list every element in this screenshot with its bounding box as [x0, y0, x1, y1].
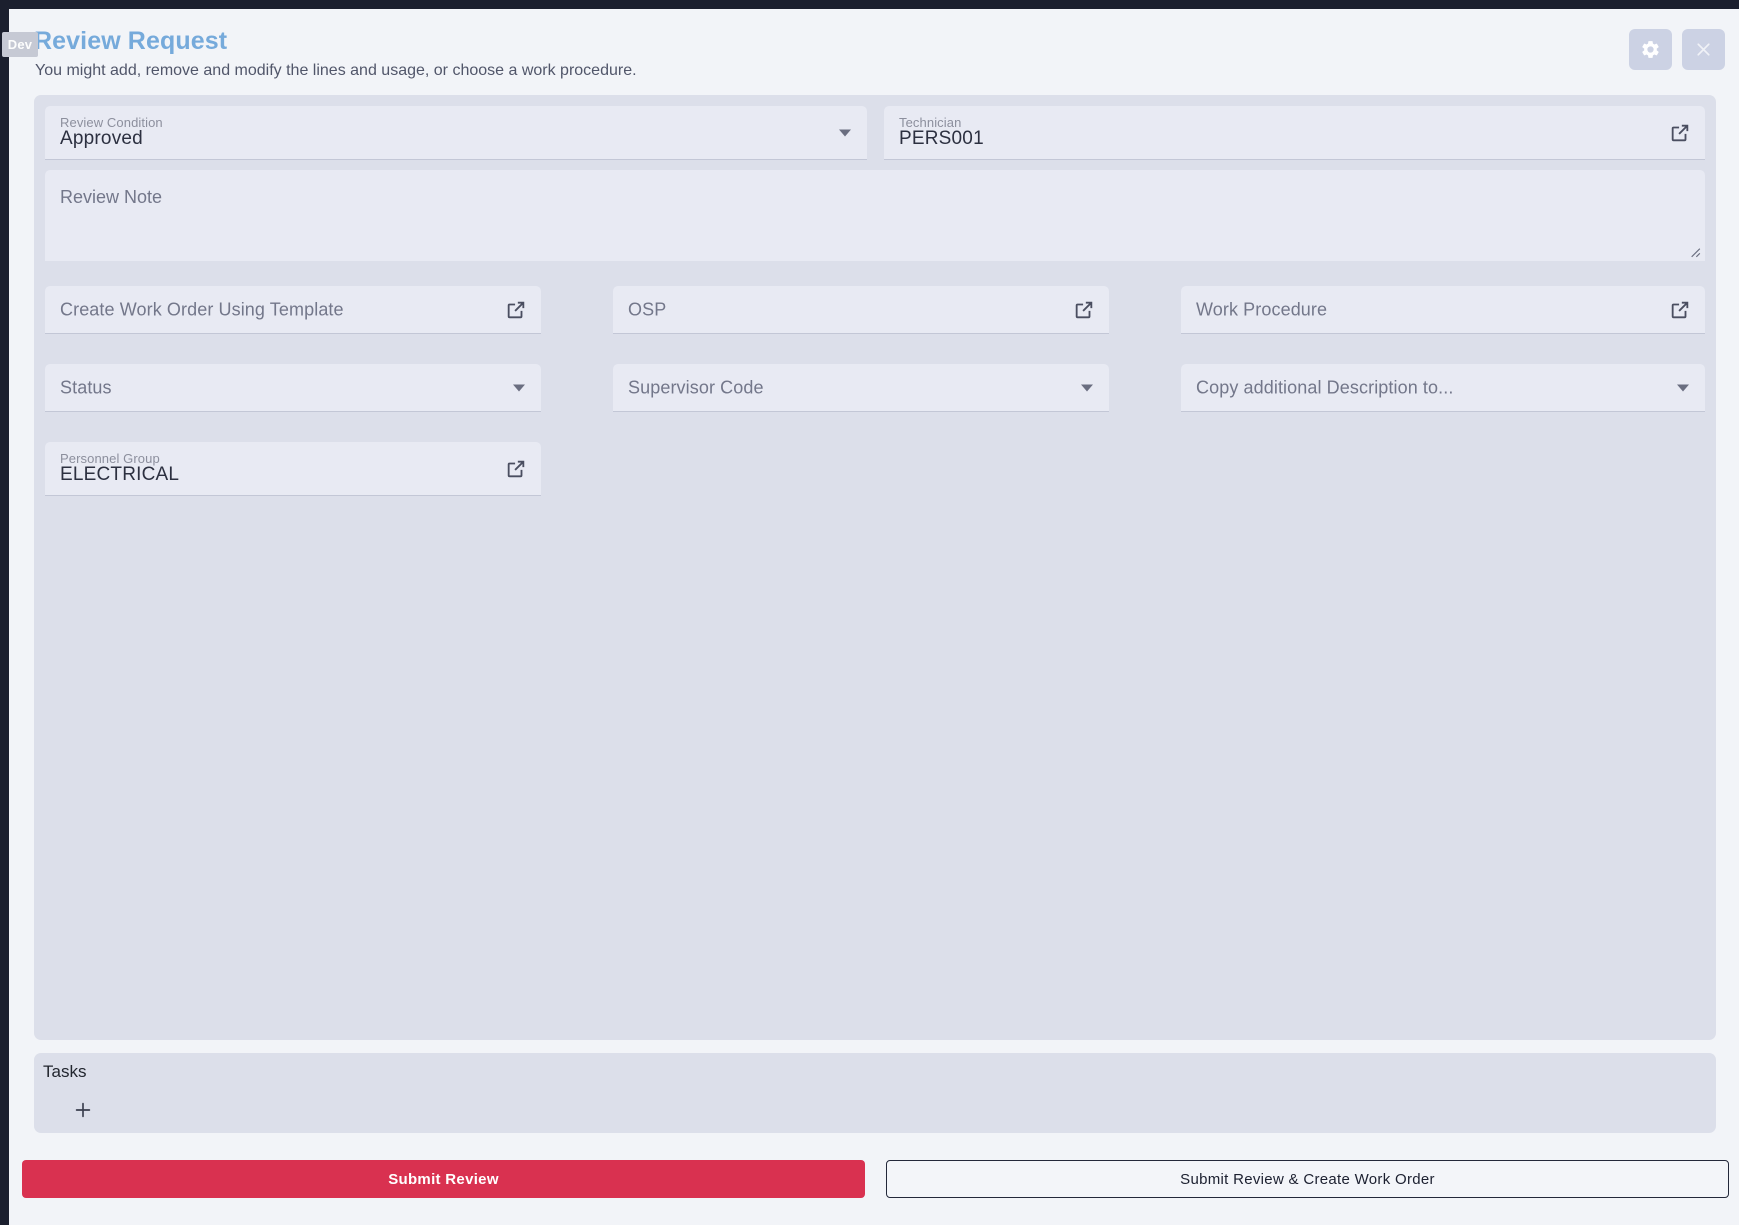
chevron-down-icon[interactable] — [1677, 384, 1689, 391]
external-link-icon[interactable] — [1073, 299, 1095, 321]
submit-review-create-work-order-button[interactable]: Submit Review & Create Work Order — [886, 1160, 1729, 1198]
review-note-field[interactable]: Review Note — [45, 170, 1705, 261]
supervisor-code-field[interactable]: Supervisor Code — [613, 364, 1109, 412]
plus-icon — [75, 1102, 91, 1118]
work-procedure-field[interactable]: Work Procedure — [1181, 286, 1705, 334]
external-link-icon[interactable] — [505, 458, 527, 480]
page-subtitle: You might add, remove and modify the lin… — [35, 62, 637, 79]
personnel-group-field[interactable]: Personnel Group ELECTRICAL — [45, 442, 541, 496]
supervisor-code-placeholder: Supervisor Code — [628, 377, 764, 397]
resize-handle-icon[interactable] — [1687, 244, 1701, 258]
gear-icon — [1642, 41, 1659, 58]
close-icon — [1697, 43, 1710, 56]
dev-environment-badge: Dev — [2, 32, 38, 57]
tasks-title: Tasks — [43, 1062, 87, 1081]
app-root: Review Request You might add, remove and… — [0, 0, 1739, 1225]
settings-button[interactable] — [1629, 29, 1672, 70]
form-panel: Review Condition Approved Technician PER… — [34, 95, 1716, 1040]
chevron-down-icon[interactable] — [839, 129, 851, 136]
create-work-order-template-placeholder: Create Work Order Using Template — [60, 299, 344, 319]
osp-field[interactable]: OSP — [613, 286, 1109, 334]
status-placeholder: Status — [60, 377, 112, 397]
external-link-icon[interactable] — [505, 299, 527, 321]
technician-field[interactable]: Technician PERS001 — [884, 106, 1705, 160]
review-condition-field[interactable]: Review Condition Approved — [45, 106, 867, 160]
close-button[interactable] — [1682, 29, 1725, 70]
tasks-panel: Tasks — [34, 1053, 1716, 1133]
page-title: Review Request — [34, 27, 228, 55]
review-note-placeholder: Review Note — [60, 187, 163, 207]
technician-value: PERS001 — [899, 128, 984, 149]
create-work-order-template-field[interactable]: Create Work Order Using Template — [45, 286, 541, 334]
external-link-icon[interactable] — [1669, 299, 1691, 321]
copy-additional-description-placeholder: Copy additional Description to... — [1196, 377, 1454, 397]
work-procedure-placeholder: Work Procedure — [1196, 299, 1328, 319]
osp-placeholder: OSP — [628, 299, 667, 319]
external-link-icon[interactable] — [1669, 122, 1691, 144]
add-task-button[interactable] — [70, 1097, 96, 1123]
dialog-header: Review Request You might add, remove and… — [9, 9, 1739, 95]
review-request-dialog: Review Request You might add, remove and… — [9, 9, 1739, 1225]
chevron-down-icon[interactable] — [513, 384, 525, 391]
personnel-group-value: ELECTRICAL — [60, 464, 180, 485]
chevron-down-icon[interactable] — [1081, 384, 1093, 391]
submit-review-button[interactable]: Submit Review — [22, 1160, 865, 1198]
review-condition-value: Approved — [60, 128, 143, 149]
status-field[interactable]: Status — [45, 364, 541, 412]
copy-additional-description-field[interactable]: Copy additional Description to... — [1181, 364, 1705, 412]
